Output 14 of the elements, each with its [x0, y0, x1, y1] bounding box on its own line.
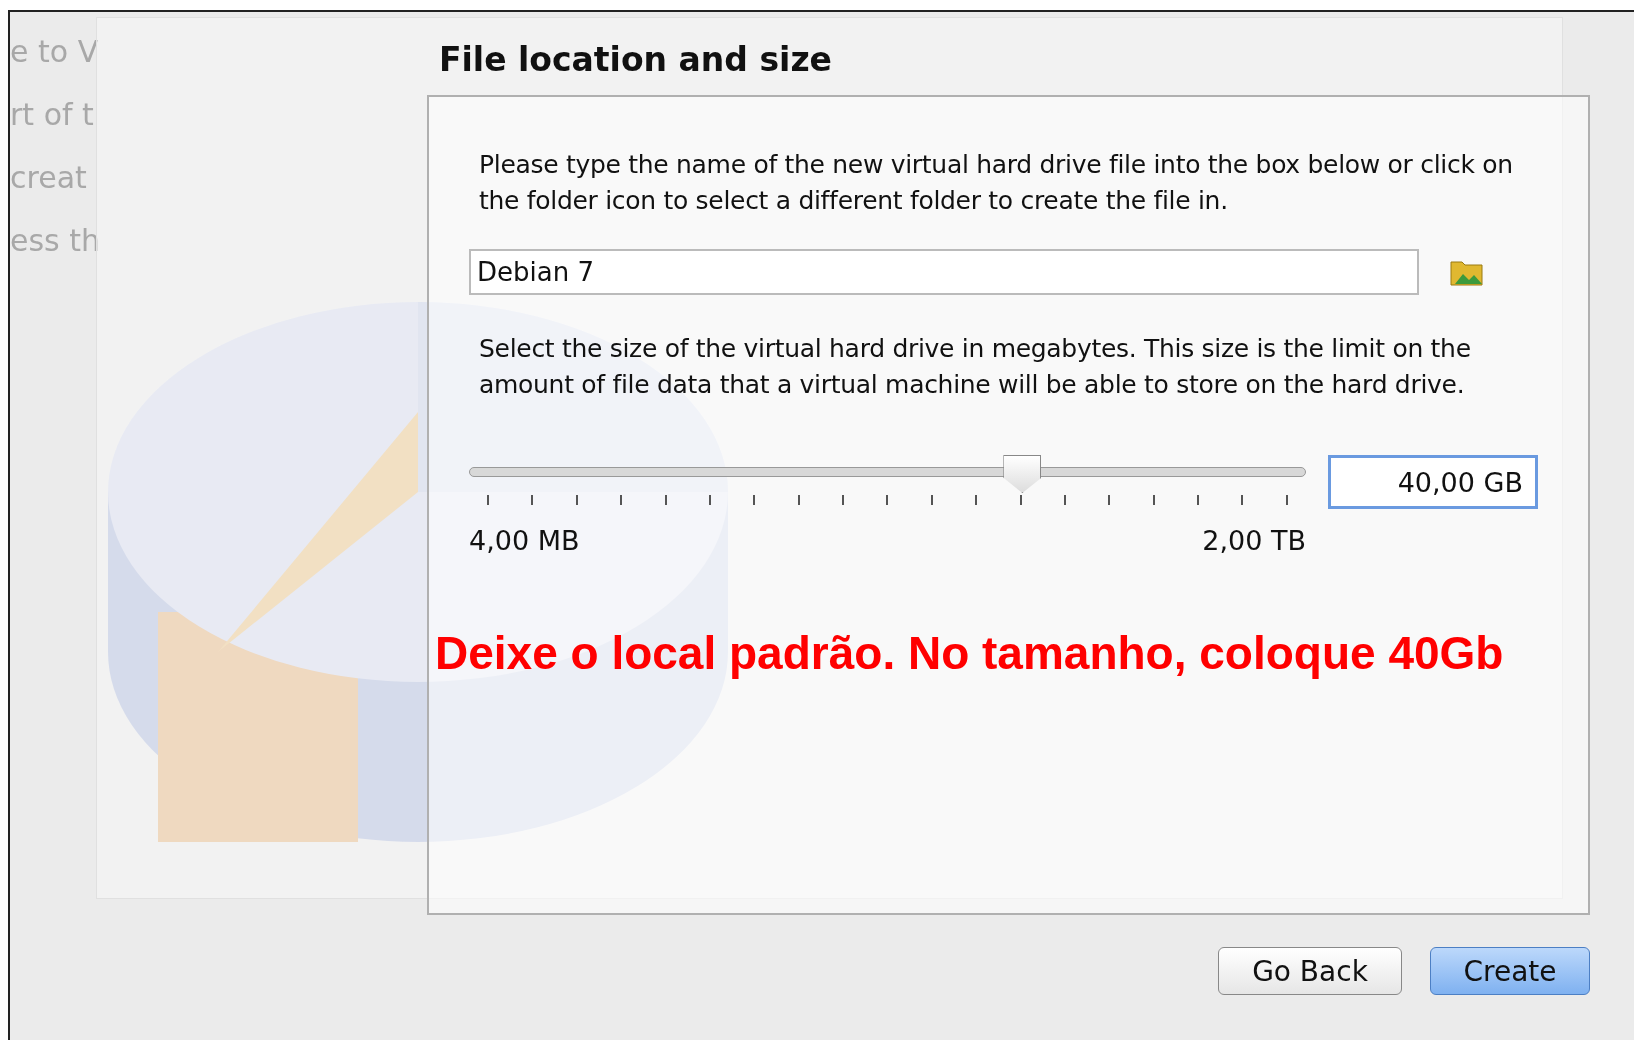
go-back-button[interactable]: Go Back: [1218, 947, 1402, 995]
instruction-text: Select the size of the virtual hard drive in megabytes. This size is the limit on the amount of file data that a virtual machine will be able to store on the hard drive.: [479, 333, 1472, 401]
instruction-text: Please type the name of the new virtual hard drive file into the box below or click on the folder icon to select a different folder to create the file in.: [479, 149, 1514, 217]
size-slider[interactable]: [469, 455, 1306, 491]
annotation-text: Deixe o local padrão. No tamanho, coloque 40Gb: [435, 626, 1505, 680]
section-title: File location and size: [439, 40, 833, 79]
max-label: 2,00 TB: [1202, 525, 1306, 556]
background-text: rt of t: [10, 97, 94, 132]
background-text: e to V: [10, 34, 99, 69]
min-label: 4,00 MB: [469, 525, 580, 556]
create-button[interactable]: Create: [1430, 947, 1590, 995]
background-text: creat: [10, 160, 87, 195]
size-field[interactable]: 40,00 GB: [1328, 455, 1538, 509]
file-name-field[interactable]: Debian 7: [469, 249, 1419, 295]
